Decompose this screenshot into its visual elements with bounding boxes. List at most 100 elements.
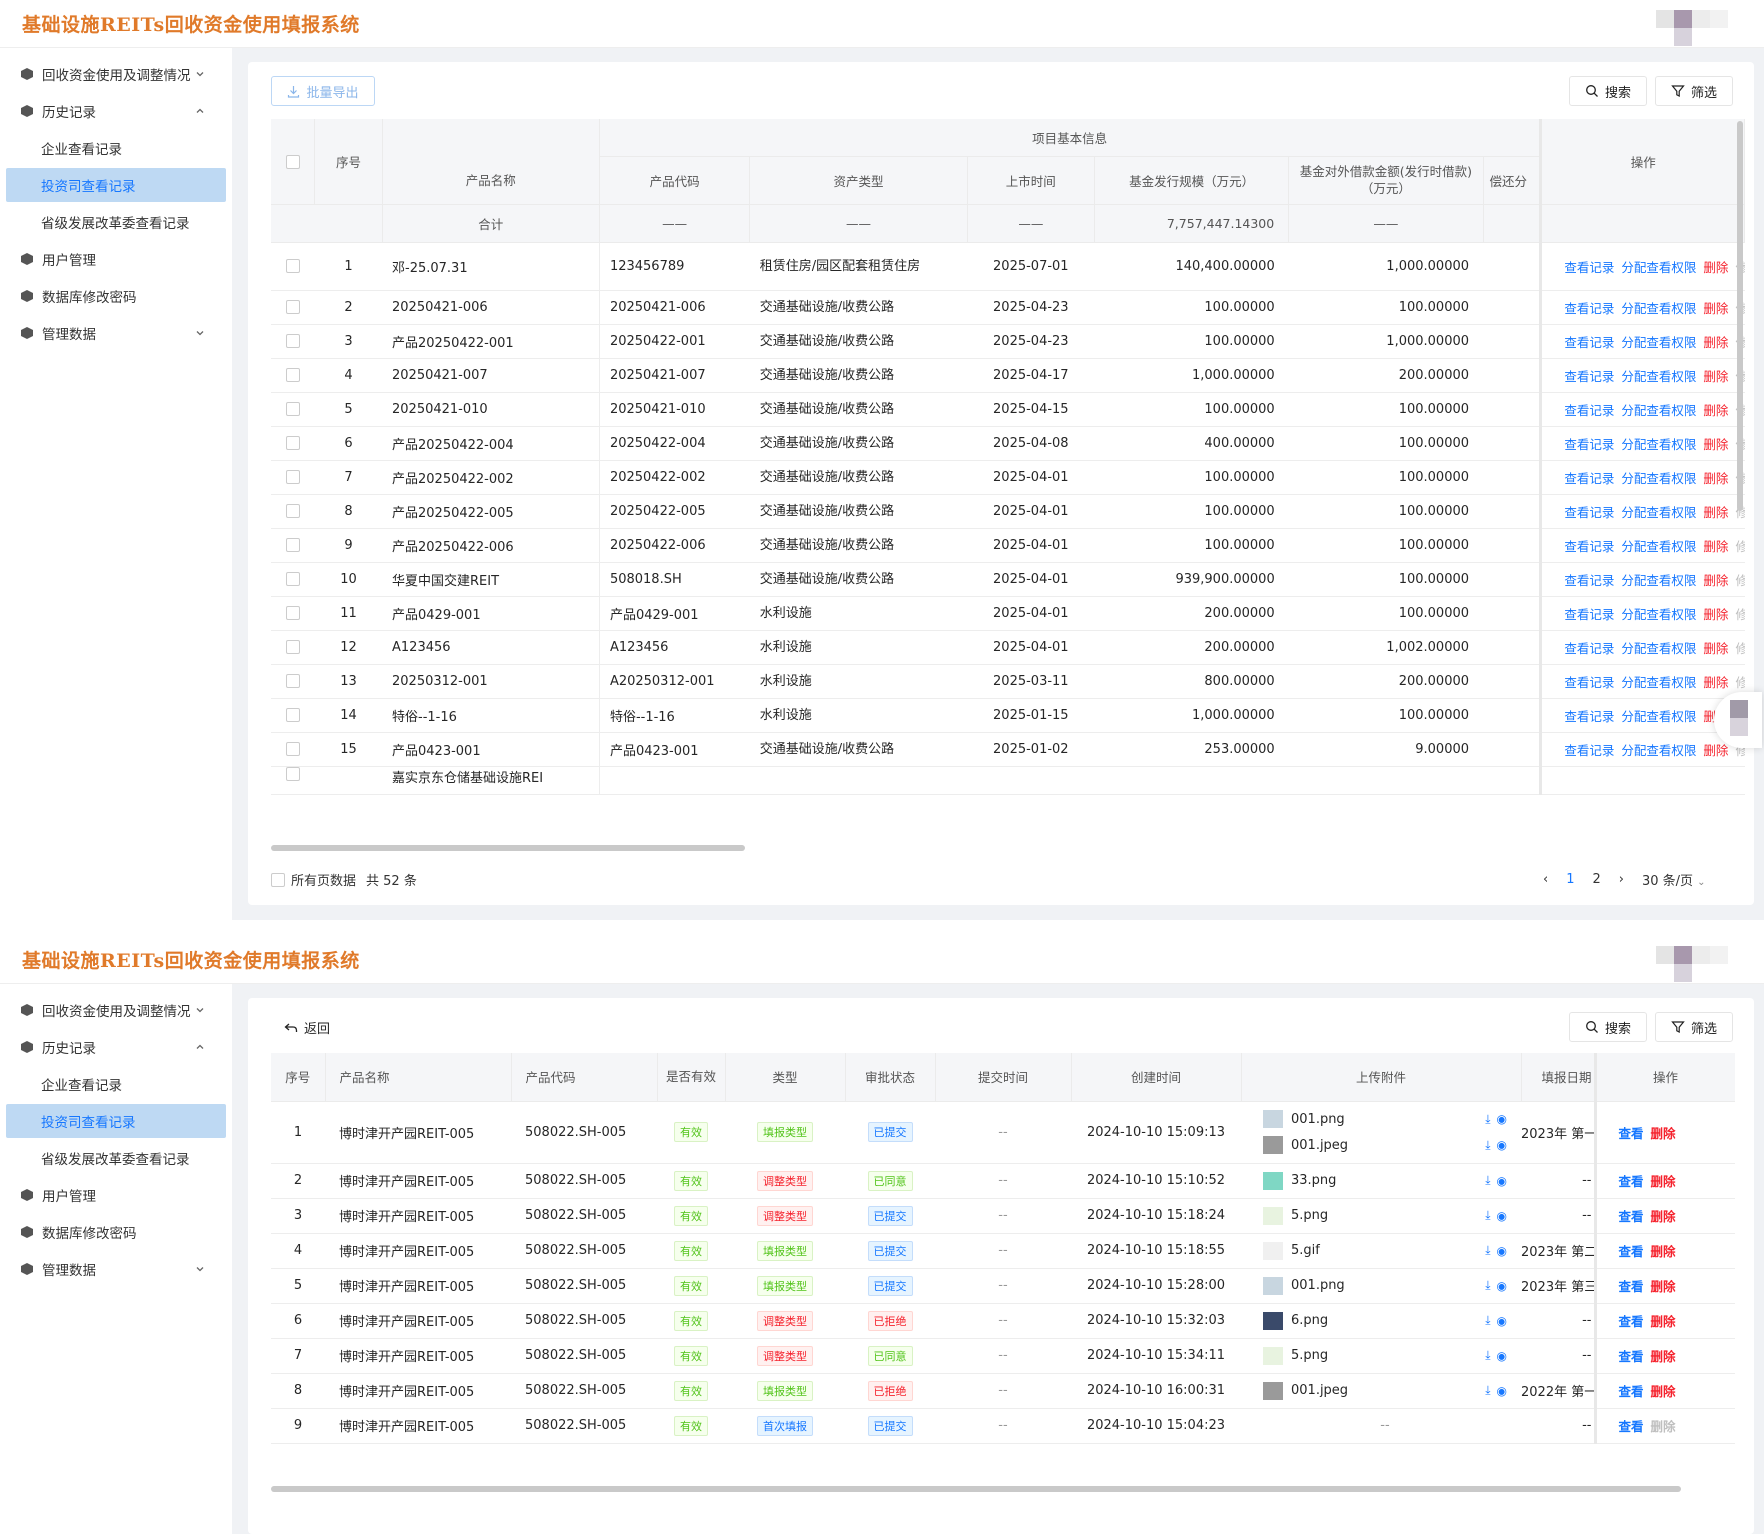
- view-record-link[interactable]: 查看记录: [1564, 743, 1614, 758]
- back-button[interactable]: 返回: [284, 1018, 330, 1037]
- row-checkbox-cell[interactable]: [271, 392, 315, 427]
- filter-button[interactable]: 筛选: [1655, 1012, 1733, 1042]
- delete-link[interactable]: 删除: [1651, 1279, 1676, 1294]
- assign-permission-link[interactable]: 分配查看权限: [1621, 260, 1696, 275]
- assign-permission-link[interactable]: 分配查看权限: [1621, 641, 1696, 656]
- row-checkbox[interactable]: [285, 572, 300, 586]
- sidebar-item-fund-usage[interactable]: 回收资金使用及调整情况: [0, 993, 232, 1027]
- row-checkbox-cell[interactable]: [271, 460, 315, 495]
- user-avatar[interactable]: [1656, 942, 1756, 982]
- assign-permission-link[interactable]: 分配查看权限: [1621, 743, 1696, 758]
- download-icon[interactable]: ⤓: [1485, 1243, 1490, 1258]
- row-checkbox-cell[interactable]: [271, 664, 315, 699]
- row-checkbox-cell[interactable]: [271, 596, 315, 631]
- row-checkbox-cell[interactable]: [271, 698, 315, 733]
- view-record-link[interactable]: 查看记录: [1564, 369, 1614, 384]
- delete-link[interactable]: 删除: [1651, 1244, 1676, 1259]
- preview-eye-icon[interactable]: ◉: [1497, 1384, 1507, 1398]
- delete-link[interactable]: 删除: [1651, 1349, 1676, 1364]
- sidebar-item-db-password[interactable]: 数据库修改密码: [0, 279, 232, 313]
- preview-eye-icon[interactable]: ◉: [1497, 1174, 1507, 1188]
- delete-link[interactable]: 删除: [1703, 437, 1728, 452]
- view-record-link[interactable]: 查看记录: [1564, 505, 1614, 520]
- assign-permission-link[interactable]: 分配查看权限: [1621, 403, 1696, 418]
- view-link[interactable]: 查看: [1619, 1314, 1644, 1329]
- view-record-link[interactable]: 查看记录: [1564, 301, 1614, 316]
- view-record-link[interactable]: 查看记录: [1564, 539, 1614, 554]
- assign-permission-link[interactable]: 分配查看权限: [1621, 505, 1696, 520]
- delete-link[interactable]: 删除: [1703, 539, 1728, 554]
- download-icon[interactable]: ⤓: [1485, 1348, 1490, 1363]
- delete-link[interactable]: 删除: [1651, 1126, 1676, 1141]
- select-all-checkbox[interactable]: [285, 155, 300, 169]
- view-record-link[interactable]: 查看记录: [1564, 403, 1614, 418]
- row-checkbox[interactable]: [285, 742, 300, 756]
- row-checkbox[interactable]: [285, 300, 300, 314]
- vertical-scrollbar[interactable]: [1737, 121, 1743, 511]
- preview-eye-icon[interactable]: ◉: [1497, 1244, 1507, 1258]
- batch-export-button[interactable]: 批量导出: [271, 76, 375, 106]
- row-checkbox[interactable]: [285, 767, 300, 781]
- view-link[interactable]: 查看: [1619, 1209, 1644, 1224]
- row-checkbox-cell[interactable]: [271, 324, 315, 359]
- row-checkbox-cell[interactable]: [271, 562, 315, 597]
- view-link[interactable]: 查看: [1619, 1174, 1644, 1189]
- view-link[interactable]: 查看: [1619, 1419, 1644, 1434]
- delete-link[interactable]: 删除: [1703, 641, 1728, 656]
- view-record-link[interactable]: 查看记录: [1564, 471, 1614, 486]
- next-page-icon[interactable]: ›: [1619, 872, 1624, 887]
- preview-eye-icon[interactable]: ◉: [1497, 1138, 1507, 1152]
- view-link[interactable]: 查看: [1619, 1244, 1644, 1259]
- row-checkbox[interactable]: [285, 436, 300, 450]
- view-record-link[interactable]: 查看记录: [1564, 675, 1614, 690]
- row-checkbox-cell[interactable]: [271, 358, 315, 393]
- horizontal-scrollbar[interactable]: [271, 845, 745, 851]
- sidebar-item-investment-records[interactable]: 投资司查看记录: [6, 168, 226, 202]
- row-checkbox[interactable]: [285, 402, 300, 416]
- view-link[interactable]: 查看: [1619, 1384, 1644, 1399]
- view-record-link[interactable]: 查看记录: [1564, 437, 1614, 452]
- delete-link[interactable]: 删除: [1651, 1384, 1676, 1399]
- sidebar-item-manage-data[interactable]: 管理数据: [0, 1252, 232, 1286]
- sidebar-item-fund-usage[interactable]: 回收资金使用及调整情况: [0, 57, 232, 91]
- row-checkbox[interactable]: [285, 538, 300, 552]
- sidebar-item-db-password[interactable]: 数据库修改密码: [0, 1215, 232, 1249]
- delete-link[interactable]: 删除: [1703, 573, 1728, 588]
- download-icon[interactable]: ⤓: [1485, 1138, 1490, 1153]
- sidebar-item-company-records[interactable]: 企业查看记录: [0, 131, 232, 165]
- sidebar-item-history[interactable]: 历史记录: [0, 1030, 232, 1064]
- sidebar-item-province-records[interactable]: 省级发展改革委查看记录: [0, 1141, 232, 1175]
- sidebar-item-investment-records[interactable]: 投资司查看记录: [6, 1104, 226, 1138]
- sidebar-item-manage-data[interactable]: 管理数据: [0, 316, 232, 350]
- assign-permission-link[interactable]: 分配查看权限: [1621, 369, 1696, 384]
- delete-link[interactable]: 删除: [1703, 471, 1728, 486]
- user-avatar[interactable]: [1656, 6, 1756, 46]
- assign-permission-link[interactable]: 分配查看权限: [1621, 301, 1696, 316]
- delete-link[interactable]: 删除: [1703, 675, 1728, 690]
- row-checkbox-cell[interactable]: [271, 630, 315, 665]
- all-pages-checkbox[interactable]: [271, 872, 285, 887]
- sidebar-item-history[interactable]: 历史记录: [0, 94, 232, 128]
- assign-permission-link[interactable]: 分配查看权限: [1621, 709, 1696, 724]
- download-icon[interactable]: ⤓: [1485, 1112, 1490, 1127]
- view-link[interactable]: 查看: [1619, 1126, 1644, 1141]
- row-checkbox[interactable]: [285, 259, 300, 273]
- delete-link[interactable]: 删除: [1703, 505, 1728, 520]
- sidebar-item-users[interactable]: 用户管理: [0, 1178, 232, 1212]
- assign-permission-link[interactable]: 分配查看权限: [1621, 573, 1696, 588]
- row-checkbox-cell[interactable]: [271, 732, 315, 767]
- assign-permission-link[interactable]: 分配查看权限: [1621, 607, 1696, 622]
- preview-eye-icon[interactable]: ◉: [1497, 1349, 1507, 1363]
- view-record-link[interactable]: 查看记录: [1564, 709, 1614, 724]
- sidebar-item-province-records[interactable]: 省级发展改革委查看记录: [0, 205, 232, 239]
- delete-link[interactable]: 删除: [1703, 403, 1728, 418]
- assign-permission-link[interactable]: 分配查看权限: [1621, 675, 1696, 690]
- delete-link[interactable]: 删除: [1651, 1314, 1676, 1329]
- row-checkbox-cell[interactable]: [271, 528, 315, 563]
- sidebar-item-users[interactable]: 用户管理: [0, 242, 232, 276]
- assign-permission-link[interactable]: 分配查看权限: [1621, 437, 1696, 452]
- filter-button[interactable]: 筛选: [1655, 76, 1733, 106]
- preview-eye-icon[interactable]: ◉: [1497, 1209, 1507, 1223]
- sidebar-item-company-records[interactable]: 企业查看记录: [0, 1067, 232, 1101]
- view-record-link[interactable]: 查看记录: [1564, 607, 1614, 622]
